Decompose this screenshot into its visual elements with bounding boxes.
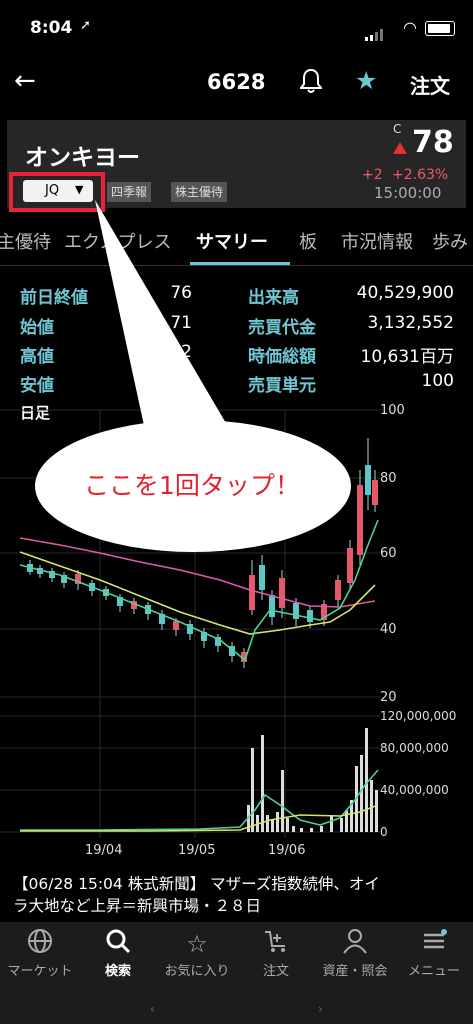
bell-icon[interactable] bbox=[299, 68, 323, 100]
chevron-right-icon[interactable]: › bbox=[318, 1002, 323, 1016]
tab-market-info[interactable]: 市況情報 bbox=[341, 228, 413, 254]
volume-axis-label: 120,000,000 bbox=[380, 709, 456, 723]
nav-label: 注文 bbox=[262, 964, 289, 979]
price-axis-label: 20 bbox=[380, 690, 397, 705]
up-arrow-icon bbox=[393, 142, 407, 154]
status-bar: 8:04 ➚ ◠ bbox=[0, 0, 473, 50]
x-axis-label: 19/04 bbox=[85, 843, 122, 858]
nav-assets[interactable]: 資産・照会 bbox=[315, 928, 395, 979]
current-price: 78 bbox=[412, 125, 454, 160]
summary-value: 40,529,900 bbox=[356, 283, 454, 303]
tab-benefits[interactable]: 主優待 bbox=[0, 228, 51, 254]
cart-icon bbox=[236, 928, 316, 960]
nav-menu[interactable]: メニュー bbox=[394, 928, 473, 979]
top-nav: ← 6628 ★ 注文 bbox=[0, 58, 473, 108]
nav-favorites[interactable]: ☆ お気に入り bbox=[157, 928, 237, 979]
summary-value: 10,631百万 bbox=[360, 347, 454, 367]
summary-label: 安値 bbox=[20, 376, 54, 396]
summary-label: 高値 bbox=[20, 347, 54, 367]
chevron-left-icon[interactable]: ‹ bbox=[150, 1002, 155, 1016]
summary-value: 100 bbox=[421, 371, 454, 391]
nav-label: 検索 bbox=[104, 964, 131, 979]
callout-tail bbox=[95, 200, 230, 430]
status-time: 8:04 bbox=[30, 18, 73, 38]
order-button[interactable]: 注文 bbox=[410, 70, 450, 99]
price-axis-label: 80 bbox=[380, 471, 397, 486]
price-change-percent: +2.63% bbox=[392, 167, 449, 183]
x-axis-label: 19/06 bbox=[268, 843, 305, 858]
nav-search[interactable]: 検索 bbox=[78, 928, 158, 979]
shareholder-benefit-tag[interactable]: 株主優待 bbox=[171, 182, 228, 202]
price-axis-label: 40 bbox=[380, 622, 397, 637]
tab-trades[interactable]: 歩み bbox=[432, 228, 468, 254]
price-timestamp: 15:00:00 bbox=[374, 184, 442, 202]
news-ticker[interactable]: 【06/28 15:04 株式新聞】 マザーズ指数続伸、オイ ラ大地など上昇＝新… bbox=[0, 862, 473, 922]
star-outline-icon: ☆ bbox=[186, 930, 208, 958]
battery-icon bbox=[425, 21, 455, 36]
globe-icon bbox=[0, 928, 80, 960]
price-axis-label: 100 bbox=[380, 403, 405, 418]
nav-order[interactable]: 注文 bbox=[236, 928, 316, 979]
news-headline-line1: 【06/28 15:04 株式新聞】 マザーズ指数続伸、オイ bbox=[13, 875, 380, 893]
tab-board[interactable]: 板 bbox=[299, 228, 317, 254]
summary-label: 始値 bbox=[20, 318, 54, 338]
search-icon bbox=[78, 928, 158, 960]
nav-label: メニュー bbox=[407, 964, 460, 979]
nav-label: 資産・照会 bbox=[322, 964, 388, 979]
nav-label: お気に入り bbox=[164, 964, 230, 979]
price-mark: C bbox=[393, 122, 402, 136]
menu-icon bbox=[394, 928, 473, 960]
price-axis-label: 60 bbox=[380, 546, 397, 561]
back-arrow-icon[interactable]: ← bbox=[14, 66, 36, 96]
shikiho-tag[interactable]: 四季報 bbox=[107, 182, 152, 202]
nav-label: マーケット bbox=[7, 964, 73, 979]
bottom-nav: マーケット 検索 ☆ お気に入り 注文 資産・照会 メニュー ‹ › bbox=[0, 922, 473, 1024]
price-change: +2 bbox=[362, 167, 383, 183]
stock-name: オンキヨー bbox=[25, 145, 140, 171]
volume-axis-label: 80,000,000 bbox=[380, 741, 449, 755]
wifi-icon: ◠ bbox=[403, 18, 417, 37]
callout-text: ここを1回タップ！ bbox=[84, 471, 300, 500]
location-arrow-icon: ➚ bbox=[80, 18, 91, 33]
nav-market[interactable]: マーケット bbox=[0, 928, 80, 979]
page-title: 6628 bbox=[207, 70, 266, 94]
x-axis-label: 19/05 bbox=[178, 843, 215, 858]
volume-axis-label: 0 bbox=[380, 825, 388, 839]
volume-axis-label: 40,000,000 bbox=[380, 783, 449, 797]
favorite-star-icon[interactable]: ★ bbox=[355, 66, 377, 95]
news-headline-line2: ラ大地など上昇＝新興市場・２８日 bbox=[13, 897, 262, 915]
cellular-signal-icon bbox=[365, 22, 385, 41]
person-icon bbox=[315, 928, 395, 960]
summary-value: 3,132,552 bbox=[367, 313, 454, 333]
